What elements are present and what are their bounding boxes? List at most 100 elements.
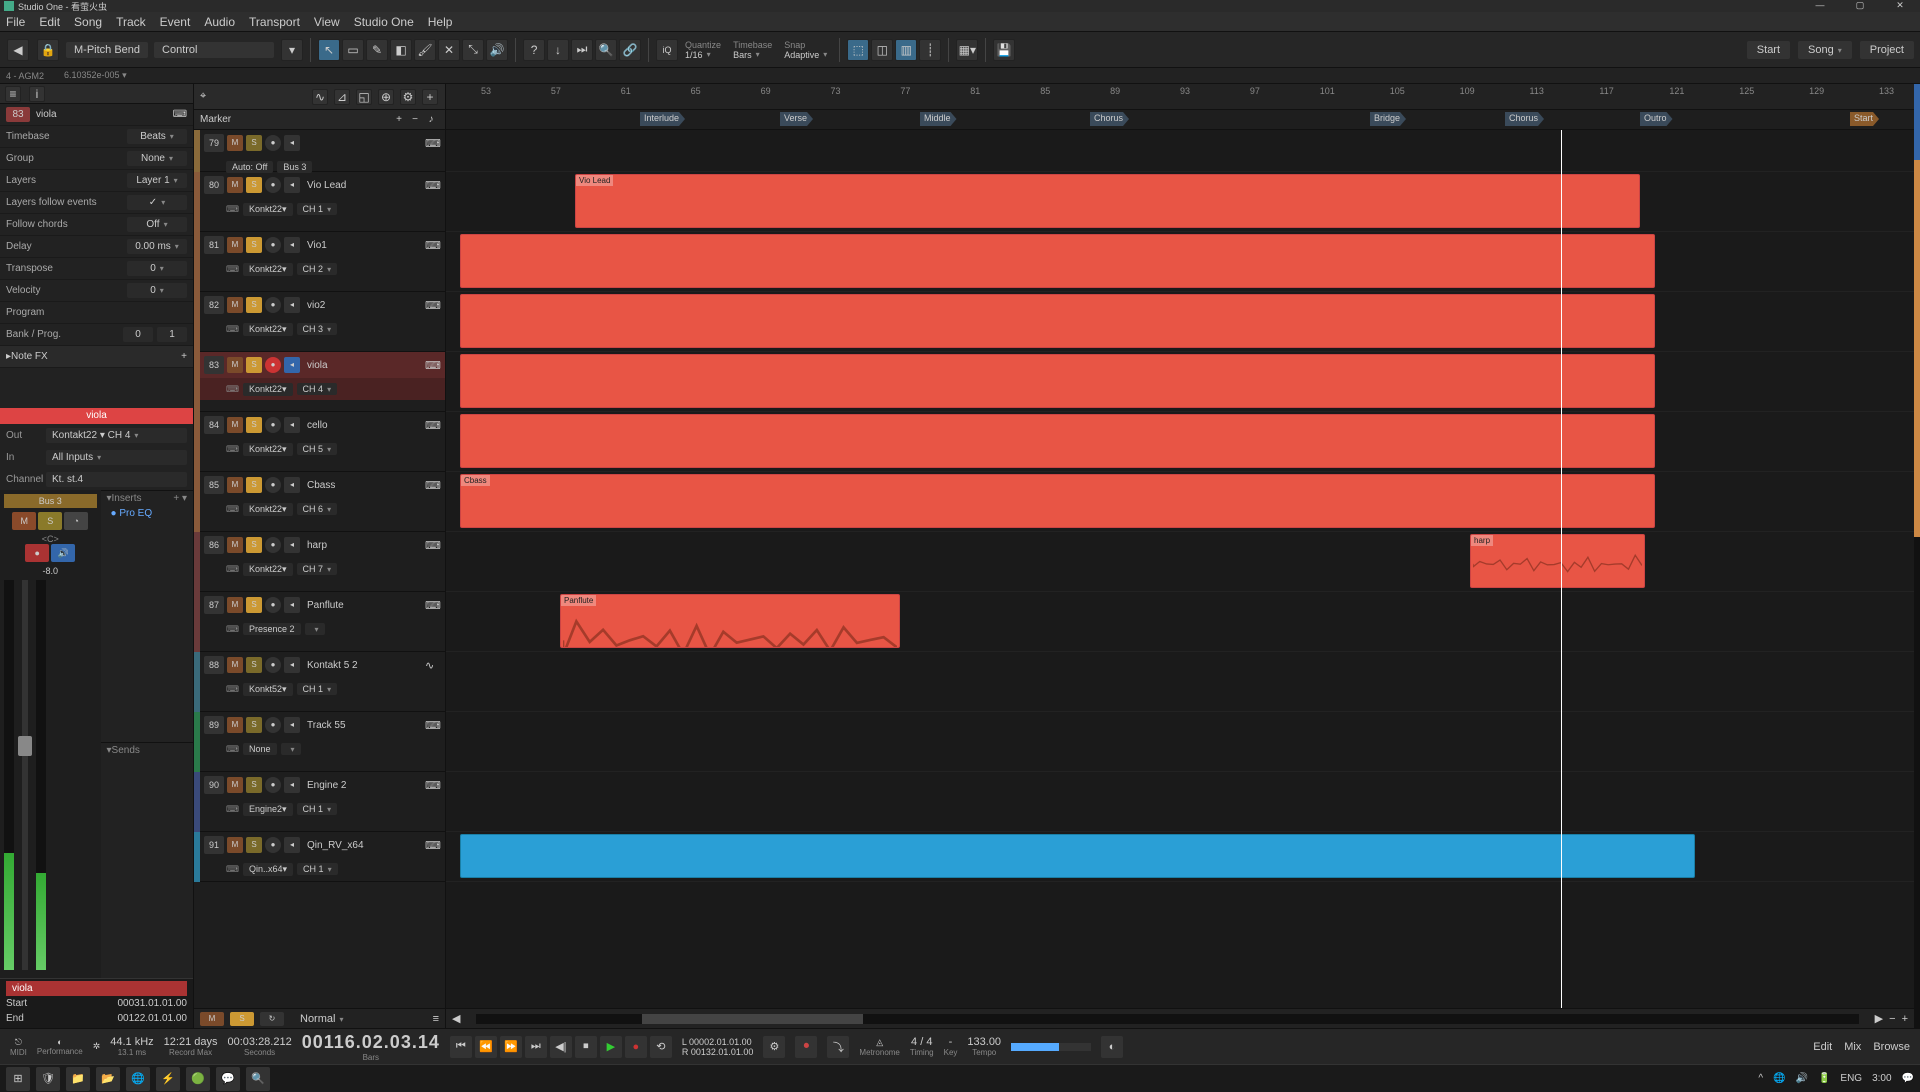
marker-chorus[interactable]: Chorus (1090, 112, 1129, 126)
track-mute[interactable]: M (227, 837, 243, 853)
menu-transport[interactable]: Transport (249, 15, 300, 29)
cpu-icon[interactable]: ✲ (93, 1041, 101, 1052)
track-monitor[interactable]: ◂ (284, 177, 300, 193)
marker-verse[interactable]: Verse (780, 112, 813, 126)
iq-icon[interactable]: iQ (656, 39, 678, 61)
save-icon[interactable]: 💾 (993, 39, 1015, 61)
piano-icon[interactable]: ⌨ (173, 109, 187, 120)
clip[interactable] (460, 294, 1655, 348)
start-page-button[interactable]: Start (1747, 41, 1790, 59)
track-solo[interactable]: S (246, 177, 262, 193)
track-type-icon[interactable]: ⌨ (425, 359, 441, 371)
track-record[interactable]: ● (265, 417, 281, 433)
menu-view[interactable]: View (314, 15, 340, 29)
track-name-label[interactable]: Panflute (303, 600, 422, 611)
track-type-icon[interactable]: ⌨ (425, 719, 441, 731)
track-solo[interactable]: S (246, 717, 262, 733)
strip-mute[interactable]: M (12, 512, 36, 530)
scroll-right-icon[interactable]: ▶ (1875, 1012, 1883, 1025)
track-solo[interactable]: S (246, 657, 262, 673)
scroll-left-icon[interactable]: ◀ (452, 1012, 460, 1025)
perform-name[interactable]: M-Pitch Bend (66, 42, 148, 58)
link-icon[interactable]: 🔗 (619, 39, 641, 61)
loop-icon[interactable]: ⟲ (650, 1036, 672, 1058)
time-signature[interactable]: 4 / 4 (911, 1036, 932, 1048)
prog-value[interactable]: 1 (157, 327, 187, 342)
channel-fader[interactable] (22, 580, 28, 970)
snap-toggle-3[interactable]: ▥ (895, 39, 917, 61)
snap-selector[interactable]: Snap Adaptive (784, 40, 827, 60)
track-row-89[interactable]: 89 M S ● ◂ Track 55 ⌨ ⌨None (194, 712, 445, 772)
remove-marker-icon[interactable]: − (407, 114, 423, 125)
track-name-label[interactable]: viola (303, 360, 422, 371)
track-monitor[interactable]: ◂ (284, 357, 300, 373)
help-icon[interactable]: ? (523, 39, 545, 61)
preroll-icon[interactable]: ⏺ (795, 1036, 817, 1058)
clip[interactable]: Vio Lead (575, 174, 1640, 228)
track-record[interactable]: ● (265, 777, 281, 793)
track-mute[interactable]: M (227, 717, 243, 733)
grid-icon[interactable]: ▦▾ (956, 39, 978, 61)
menu-help[interactable]: Help (428, 15, 453, 29)
goto-end-icon[interactable]: ⏭ (525, 1036, 547, 1058)
maximize-button[interactable]: ▢ (1840, 0, 1880, 12)
add-marker-icon[interactable]: + (391, 114, 407, 125)
close-button[interactable]: ✕ (1880, 0, 1920, 12)
track-row-88[interactable]: 88 M S ● ◂ Kontakt 5 2 ∿ ⌨Konkt52▾CH 1 (194, 652, 445, 712)
taskbar-app-4[interactable]: 🌐 (126, 1067, 150, 1091)
dim-icon[interactable]: ◐ (1101, 1036, 1123, 1058)
quantize-selector[interactable]: Quantize 1/16 (685, 40, 721, 60)
clip[interactable]: harp (1470, 534, 1645, 588)
track-lane-90[interactable] (446, 772, 1914, 832)
tool-trim-icon[interactable]: ◱ (356, 89, 372, 105)
perform-control[interactable]: Control (154, 42, 274, 58)
track-monitor[interactable]: ◂ (284, 657, 300, 673)
global-solo[interactable]: S (230, 1012, 254, 1026)
track-name-label[interactable]: vio2 (303, 300, 422, 311)
playhead[interactable] (1561, 130, 1562, 1008)
track-lane-86[interactable] (446, 532, 1914, 592)
marker-bridge[interactable]: Bridge (1370, 112, 1406, 126)
bank-value[interactable]: 0 (123, 327, 153, 342)
strip-record[interactable]: ● (25, 544, 49, 562)
track-name-label[interactable]: Kontakt 5 2 (303, 660, 422, 671)
track-mute[interactable]: M (227, 597, 243, 613)
track-name-label[interactable]: Engine 2 (303, 780, 422, 791)
track-lane-89[interactable] (446, 712, 1914, 772)
track-record[interactable]: ● (265, 477, 281, 493)
listen-tool[interactable]: 🔊 (486, 39, 508, 61)
perform-prev-icon[interactable]: ◀ (7, 39, 29, 61)
track-name-label[interactable]: Vio1 (303, 240, 422, 251)
zoom-out-h-icon[interactable]: − (1889, 1013, 1895, 1025)
track-solo[interactable]: S (246, 777, 262, 793)
track-type-icon[interactable]: ⌨ (425, 539, 441, 551)
track-row-87[interactable]: 87 M S ● ◂ Panflute ⌨ ⌨Presence 2 (194, 592, 445, 652)
minimize-button[interactable]: — (1800, 0, 1840, 12)
track-mute[interactable]: M (227, 417, 243, 433)
insert-proeq[interactable]: ● Pro EQ (101, 506, 194, 521)
taskbar-app-6[interactable]: 🟢 (186, 1067, 210, 1091)
goto-start-icon[interactable]: ⏮ (450, 1036, 472, 1058)
zoom-in-h-icon[interactable]: + (1902, 1013, 1908, 1025)
track-row-79[interactable]: 79 M S ● ◂ ⌨ Auto: OffBus 3 (194, 130, 445, 172)
time-bars[interactable]: 00116.02.03.14 (302, 1032, 440, 1053)
ruler[interactable]: 5357616569737781858993971011051091131171… (446, 84, 1914, 110)
track-type-icon[interactable]: ⌨ (425, 839, 441, 851)
project-page-button[interactable]: Project (1860, 41, 1914, 59)
snap-toggle-4[interactable]: ┊ (919, 39, 941, 61)
track-solo[interactable]: S (246, 417, 262, 433)
track-mute[interactable]: M (227, 237, 243, 253)
tray-volume-icon[interactable]: 🔊 (1796, 1073, 1808, 1084)
master-volume[interactable] (1011, 1043, 1091, 1051)
bus-label[interactable]: Bus 3 (4, 494, 97, 508)
track-mute[interactable]: M (227, 135, 243, 151)
track-solo[interactable]: S (246, 135, 262, 151)
tool-ramp-icon[interactable]: ⊿ (334, 89, 350, 105)
track-row-82[interactable]: 82 M S ● ◂ vio2 ⌨ ⌨Konkt22▾CH 3 (194, 292, 445, 352)
taskbar-app-7[interactable]: 💬 (216, 1067, 240, 1091)
track-monitor[interactable]: ◂ (284, 777, 300, 793)
strip-solo[interactable]: S (38, 512, 62, 530)
track-type-icon[interactable]: ⌨ (425, 419, 441, 431)
marker-start[interactable]: Start (1850, 112, 1879, 126)
track-mute[interactable]: M (227, 657, 243, 673)
